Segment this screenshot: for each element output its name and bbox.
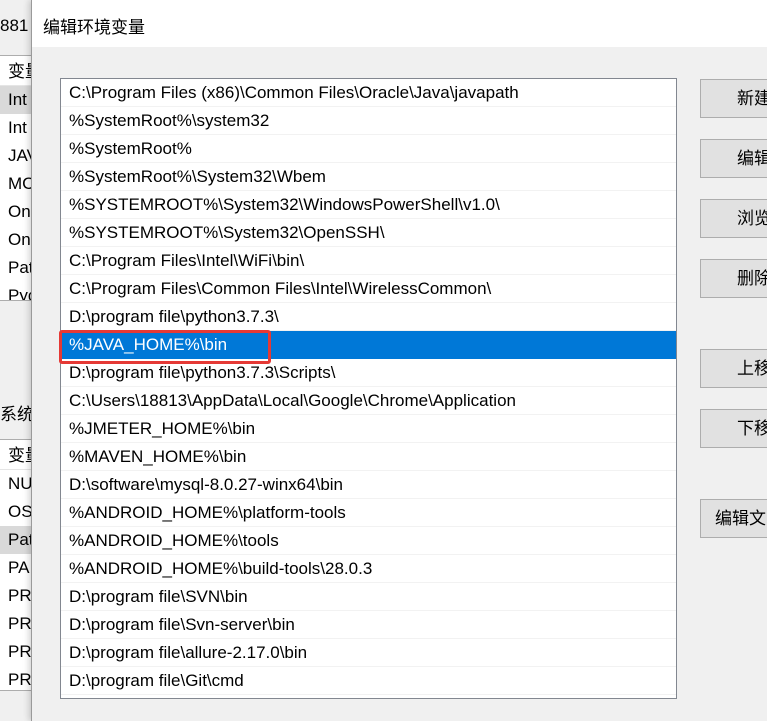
path-entry[interactable]: D:\program file\SVN\bin <box>61 583 676 611</box>
path-entry[interactable]: %MAVEN_HOME%\bin <box>61 443 676 471</box>
path-entries-list[interactable]: C:\Program Files (x86)\Common Files\Orac… <box>60 78 677 699</box>
system-variables-list[interactable]: 变量 NU OS Pat PA PR PR PR PR <box>0 439 32 691</box>
path-entry[interactable]: %JMETER_HOME%\bin <box>61 415 676 443</box>
path-entry[interactable]: %ANDROID_HOME%\tools <box>61 527 676 555</box>
path-entry[interactable]: D:\program file\Git\cmd <box>61 667 676 695</box>
path-entry[interactable]: D:\software\mysql-8.0.27-winx64\bin <box>61 471 676 499</box>
path-entry[interactable]: %SystemRoot% <box>61 135 676 163</box>
list-item[interactable]: PR <box>0 666 31 690</box>
list-item[interactable]: JAV <box>0 142 31 170</box>
path-entry[interactable]: %SYSTEMROOT%\System32\OpenSSH\ <box>61 219 676 247</box>
edit-text-button[interactable]: 编辑文 <box>700 499 767 538</box>
move-up-button[interactable]: 上移 <box>700 349 767 388</box>
path-entry[interactable]: %SYSTEMROOT%\System32\WindowsPowerShell\… <box>61 191 676 219</box>
list-item[interactable]: Pyc <box>0 282 31 300</box>
path-entry[interactable]: %ANDROID_HOME%\build-tools\28.0.3 <box>61 555 676 583</box>
bg-window-title: 881 <box>0 16 29 35</box>
new-button[interactable]: 新建 <box>700 79 767 118</box>
system-variables-header[interactable]: 变量 <box>0 440 31 470</box>
path-entry[interactable]: D:\program file\allure-2.17.0\bin <box>61 639 676 667</box>
path-entry[interactable]: C:\Program Files\Intel\WiFi\bin\ <box>61 247 676 275</box>
list-item[interactable]: On <box>0 198 31 226</box>
path-entry[interactable]: C:\Users\18813\AppData\Local\Google\Chro… <box>61 387 676 415</box>
user-variables-list[interactable]: 变量 Int Int JAV MC On On Pat Pyc <box>0 55 32 301</box>
move-down-button[interactable]: 下移 <box>700 409 767 448</box>
list-item[interactable]: PR <box>0 582 31 610</box>
path-entry-selected[interactable]: %JAVA_HOME%\bin <box>61 331 676 359</box>
list-item[interactable]: NU <box>0 470 31 498</box>
dialog-titlebar[interactable]: 编辑环境变量 <box>32 0 767 47</box>
path-entry[interactable]: %SystemRoot%\System32\Wbem <box>61 163 676 191</box>
list-item[interactable]: MC <box>0 170 31 198</box>
path-entry[interactable]: D:\program file\python3.7.3\ <box>61 303 676 331</box>
list-item[interactable]: PA <box>0 554 31 582</box>
path-entry[interactable]: %ANDROID_HOME%\platform-tools <box>61 499 676 527</box>
list-item[interactable]: OS <box>0 498 31 526</box>
list-item[interactable]: Int <box>0 86 31 114</box>
path-entry[interactable]: %SystemRoot%\system32 <box>61 107 676 135</box>
path-entry[interactable]: D:\program file\python3.7.3\Scripts\ <box>61 359 676 387</box>
list-item[interactable]: PR <box>0 638 31 666</box>
list-item[interactable]: PR <box>0 610 31 638</box>
screen: 881 变量 Int Int JAV MC On On Pat Pyc 系统变 … <box>0 0 767 721</box>
list-item[interactable]: Pat <box>0 254 31 282</box>
path-entry[interactable]: D:\program file\Svn-server\bin <box>61 611 676 639</box>
browse-button[interactable]: 浏览 <box>700 199 767 238</box>
list-item[interactable]: Int <box>0 114 31 142</box>
delete-button[interactable]: 删除 <box>700 259 767 298</box>
user-variables-header[interactable]: 变量 <box>0 56 31 86</box>
path-entry[interactable]: C:\Program Files (x86)\Common Files\Orac… <box>61 79 676 107</box>
path-entry[interactable]: C:\Program Files\Common Files\Intel\Wire… <box>61 275 676 303</box>
edit-environment-variable-dialog: 编辑环境变量 C:\Program Files (x86)\Common Fil… <box>31 0 767 721</box>
list-item[interactable]: Pat <box>0 526 31 554</box>
dialog-title: 编辑环境变量 <box>43 18 145 37</box>
edit-button[interactable]: 编辑 <box>700 139 767 178</box>
list-item[interactable]: On <box>0 226 31 254</box>
